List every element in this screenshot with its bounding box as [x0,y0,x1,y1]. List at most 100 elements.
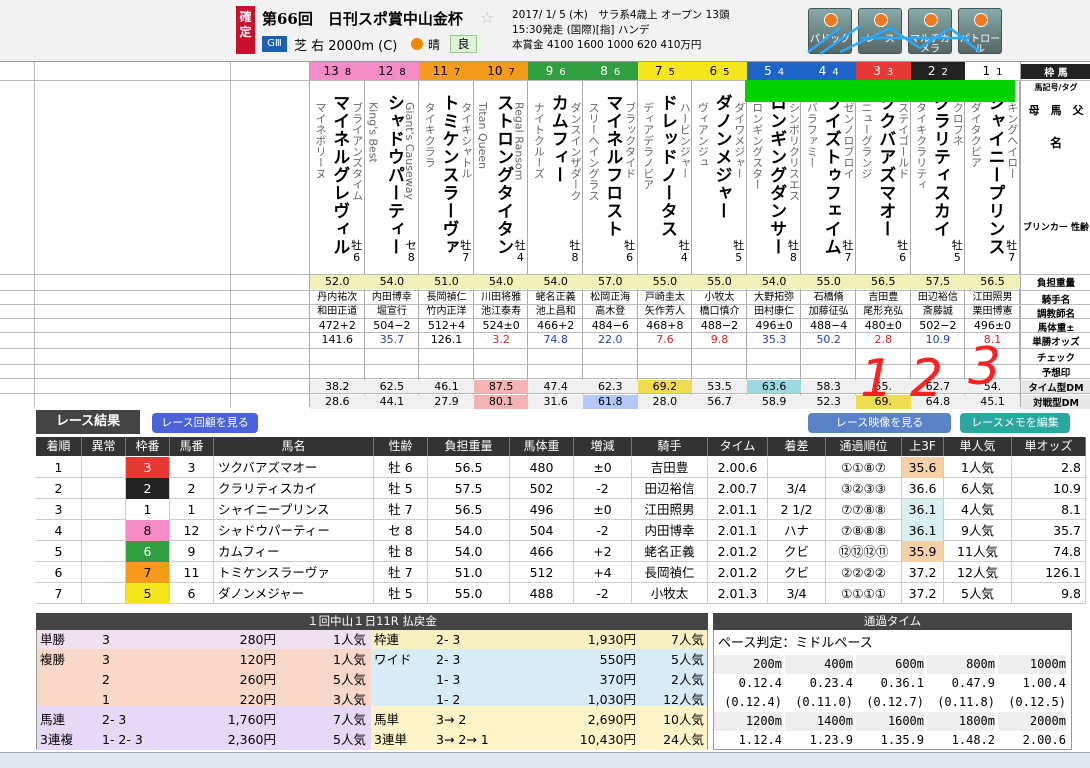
results-cell: 3/4 [768,478,826,499]
results-cell: 1 [36,457,82,478]
results-cell: 54.0 [428,541,510,562]
waku-number: 7 [453,67,461,78]
horse-jockey: 戸崎圭太 [644,292,685,303]
split-time-cell: 2000m [998,712,1066,731]
results-cell: クビ [768,541,826,562]
split-time-cell: (0.11.0) [795,695,853,709]
horse-trainer: 橋口慎介 [699,306,740,317]
horse-jockey: 吉田豊 [868,292,899,303]
waku-umaban: 86 [583,62,638,80]
results-row[interactable]: 7 5 6 ダノンメジャー牡 5 55.0 488 -2 小牧太 2.01.3 3/4 ①①①① 37… [36,583,1086,604]
results-col-header[interactable]: 異常 [82,437,126,456]
waku-number: 6 [613,67,621,78]
results-col-header[interactable]: 騎手 [632,437,708,456]
horse-dm1: 47.4 [528,380,583,394]
horse-name[interactable]: マイネルグレヴィル [327,94,352,256]
results-cell: 1 [126,499,170,520]
results-col-header[interactable]: 上3F [902,437,944,456]
results-cell: シャイニープリンス [214,499,374,520]
payout-cell: 2,360円 [227,732,276,747]
horse-dm1: 63.6 [746,380,802,394]
horse-column[interactable]: 13 8 ブライアンズタイム マイネポリーヌ マイネルグレヴィル牡 6 52.0 丹内祐次 和田… [310,62,365,409]
results-row[interactable]: 5 6 9 カムフィー牡 8 54.0 466 +2 蛯名正義 2.01.2 クビ ⑫⑫⑫⑪ 35.9… [36,541,1086,562]
payout-cell: 550円 [599,652,636,667]
results-col-header[interactable]: 馬名 [214,437,374,456]
split-time-cell: (0.12.4) [724,695,782,709]
dam-name: ディアデラノビア [641,102,655,190]
results-cell: 内田博幸 [632,520,708,541]
horse-name[interactable]: カムフィー [546,94,571,184]
horse-jockey: 川田将雅 [481,292,522,303]
horse-bw: 496±0 [973,319,1012,332]
race-video-link-button[interactable]: レース映像を見る [808,413,951,433]
split-time-cell: 1400m [785,712,853,731]
payout-cell: 2- 3 [436,632,461,647]
favorite-star-icon[interactable]: ☆ [480,8,494,27]
horse-wt: 56.5 [856,275,911,289]
svg-text:3: 3 [968,337,1001,397]
results-cell: 吉田豊 [632,457,708,478]
horse-name[interactable]: ライズトゥフェイム [819,94,844,256]
payout-cell: 1 [102,692,110,707]
results-row[interactable]: 1 3 3 ツクバアズマオー牡 6 56.5 480 ±0 吉田豊 2.00.6 ①①⑧⑦ 35.6… [36,457,1086,478]
horse-column[interactable]: 4 4 ゼンノロブロイ バラファミー ライズトゥフェイム牡 7 55.0 石橋脩 加藤征弘 488… [801,62,856,409]
results-col-header[interactable]: 通過順位 [826,437,902,456]
horse-column[interactable]: 9 6 ダンスインザダーク ナイトクルーズ カムフィー牡 8 54.0 蛯名正義 池上昌和 466… [528,62,583,409]
results-col-header[interactable]: 単オッズ [1012,437,1086,456]
race-memo-button[interactable]: レースメモを編集 [960,413,1070,433]
label-time-dm: タイム型DM [1021,380,1090,394]
sex-age: 牡4 [678,239,690,264]
horse-name[interactable]: ツクバアズマオー [873,94,898,238]
payout-cell: 1,930円 [587,632,636,647]
results-col-header[interactable]: 増減 [574,437,632,456]
replay-review-button[interactable]: レース回顧を見る [152,413,258,433]
results-cell: 504 [510,520,574,541]
results-cell: 2.8 [1012,457,1086,478]
results-col-header[interactable]: 馬体重 [510,437,574,456]
results-col-header[interactable]: タイム [708,437,768,456]
payout-cell: 5人気 [333,672,366,687]
results-row[interactable]: 3 1 1 シャイニープリンス牡 7 56.5 496 ±0 江田照男 2.01.1 2 1/2 ⑦… [36,499,1086,520]
horse-name[interactable]: クラリティスカイ [928,94,953,238]
horse-name[interactable]: ロンギングダンサー [764,94,789,256]
horse-column[interactable]: 7 5 ハービンジャー ディアデラノビア ドレッドノータス牡 4 55.0 戸崎圭太 矢作芳人 4… [637,62,693,409]
horse-odds: 141.6 [321,333,354,346]
results-col-header[interactable]: 着順 [36,437,82,456]
payout-cell: 3 [102,652,110,667]
results-col-header[interactable]: 馬番 [170,437,214,456]
payout-cell: 1人気 [333,632,366,647]
results-cell: 55.0 [428,583,510,604]
results-col-header[interactable]: 枠番 [126,437,170,456]
horse-name[interactable]: ダノンメジャー [709,94,734,220]
results-col-header[interactable]: 単人気 [944,437,1012,456]
horse-bw: 504−2 [373,319,411,332]
horse-name[interactable]: トミケンスラーヴァ [436,94,461,256]
sun-icon [411,38,423,50]
results-row[interactable]: 4 8 12 シャドウパーティーセ 8 54.0 504 -2 内田博幸 2.01.1 ハナ ⑦⑧⑧… [36,520,1086,541]
horse-dm1: 87.5 [473,380,529,394]
results-cell: 牡 5 [374,583,428,604]
horizontal-scrollbar[interactable] [0,752,1090,768]
horse-column[interactable]: 8 6 ブラックタイド スリーヘイングラス マイネルフロスト牡 6 57.0 松岡正海 高木登 4… [583,62,638,409]
results-row[interactable]: 2 2 2 クラリティスカイ牡 5 57.5 502 -2 田辺裕信 2.00.7 3/4 ③②③③… [36,478,1086,499]
horse-column[interactable]: 5 4 シンボリクリスエス ロンギングスター ロンギングダンサー牡 8 54.0 大野拓弥 田村… [746,62,802,409]
horse-name[interactable]: マイネルフロスト [600,94,625,238]
horse-name[interactable]: シャイニープリンス [982,94,1007,256]
horse-name[interactable]: シャドウパーティー [382,94,407,256]
waku-umaban: 22 [910,62,966,80]
results-col-header[interactable]: 着差 [768,437,826,456]
results-row[interactable]: 6 7 11 トミケンスラーヴァ牡 7 51.0 512 +4 長岡禎仁 2.01.2 クビ ②②②… [36,562,1086,583]
results-col-header[interactable]: 負担重量 [428,437,510,456]
horse-column[interactable]: 10 7 Regal Ransom Titan Queen ストロングタイタン牡 4 54.… [473,62,529,409]
horse-name[interactable]: ドレッドノータス [655,94,680,238]
horse-column[interactable]: 12 8 Giant's Causeway King's Best シャドウパーティーセ… [364,62,420,409]
payout-cell: 2,690円 [587,712,636,727]
horse-column[interactable]: 11 7 タイキシャトル タイキクララ トミケンスラーヴァ牡 7 51.0 長岡禎仁 竹内正洋 5… [419,62,474,409]
results-col-header[interactable]: 性齢 [374,437,428,456]
horse-wt: 52.0 [310,275,365,289]
results-cell: 56.5 [428,499,510,520]
split-time-cell: 200m [714,655,782,674]
horse-name[interactable]: ストロングタイタン [491,94,516,256]
label-parents: 母 馬 父 [1028,104,1084,117]
horse-column[interactable]: 6 5 ダイワメジャー ヴィアンジュ ダノンメジャー牡 5 55.0 小牧太 橋口慎介 488−2… [692,62,747,409]
